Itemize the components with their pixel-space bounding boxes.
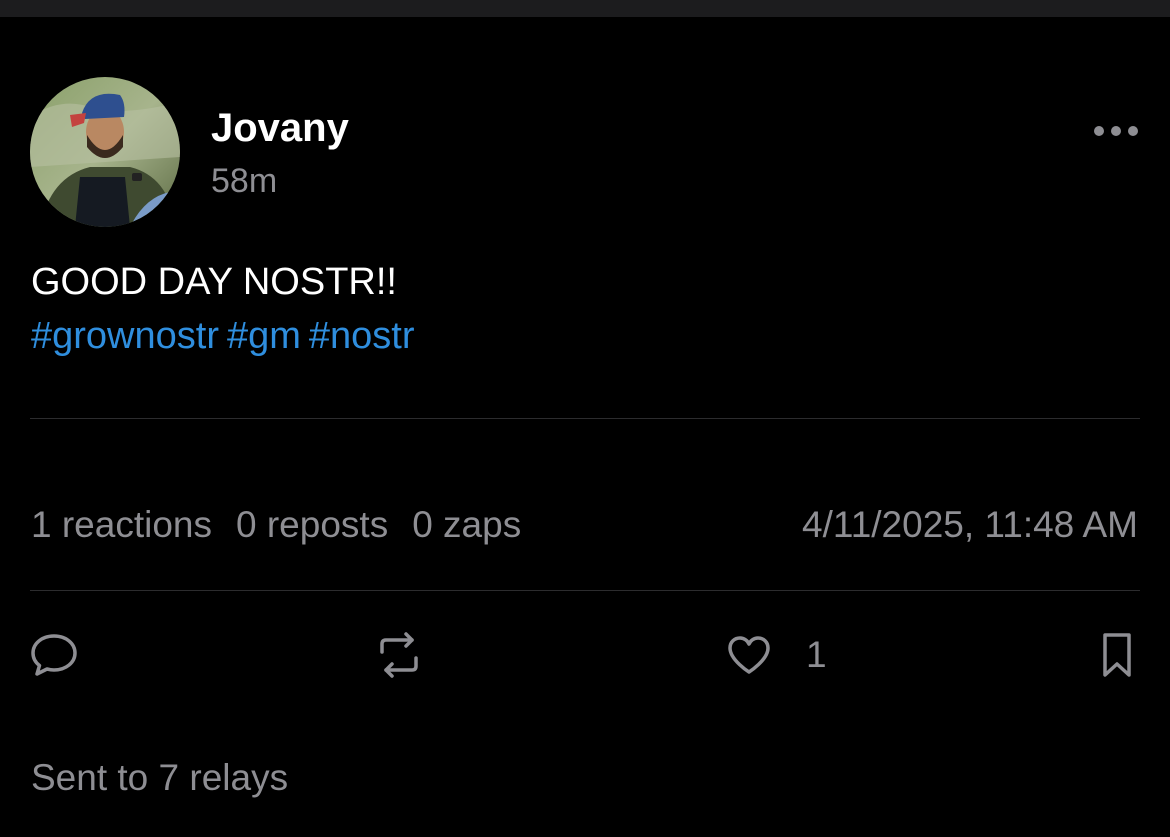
divider — [30, 418, 1140, 419]
top-bar — [0, 0, 1170, 17]
ellipsis-icon — [1094, 126, 1138, 136]
hashtag-link[interactable]: #gm — [227, 315, 301, 357]
divider — [30, 590, 1140, 591]
post-stats: 1 reactions 0 reposts 0 zaps — [31, 502, 545, 548]
post-content: GOOD DAY NOSTR!! — [31, 261, 397, 303]
bookmark-icon — [1103, 633, 1131, 677]
avatar[interactable] — [30, 77, 180, 227]
author-name[interactable]: Jovany — [211, 104, 349, 152]
bookmark-button[interactable] — [1100, 630, 1134, 680]
repost-arrows-icon — [380, 632, 418, 678]
more-options-button[interactable] — [1090, 116, 1142, 146]
heart-icon — [728, 636, 770, 674]
hashtag-list: #grownostr #gm #nostr — [31, 312, 423, 360]
relative-timestamp: 58m — [211, 162, 278, 200]
reposts-count[interactable]: 0 reposts — [236, 504, 388, 545]
chat-bubble-icon — [31, 634, 77, 676]
reactions-count[interactable]: 1 reactions — [31, 504, 212, 545]
reply-button[interactable] — [30, 630, 78, 680]
like-button[interactable]: 1 — [726, 630, 827, 680]
hashtag-link[interactable]: #grownostr — [31, 315, 219, 357]
zaps-count[interactable]: 0 zaps — [412, 504, 521, 545]
hashtag-link[interactable]: #nostr — [309, 315, 415, 357]
repost-button[interactable] — [372, 630, 426, 680]
relays-status: Sent to 7 relays — [31, 757, 289, 798]
like-count: 1 — [806, 634, 827, 675]
post-date: 4/11/2025, 11:48 AM — [802, 504, 1138, 545]
